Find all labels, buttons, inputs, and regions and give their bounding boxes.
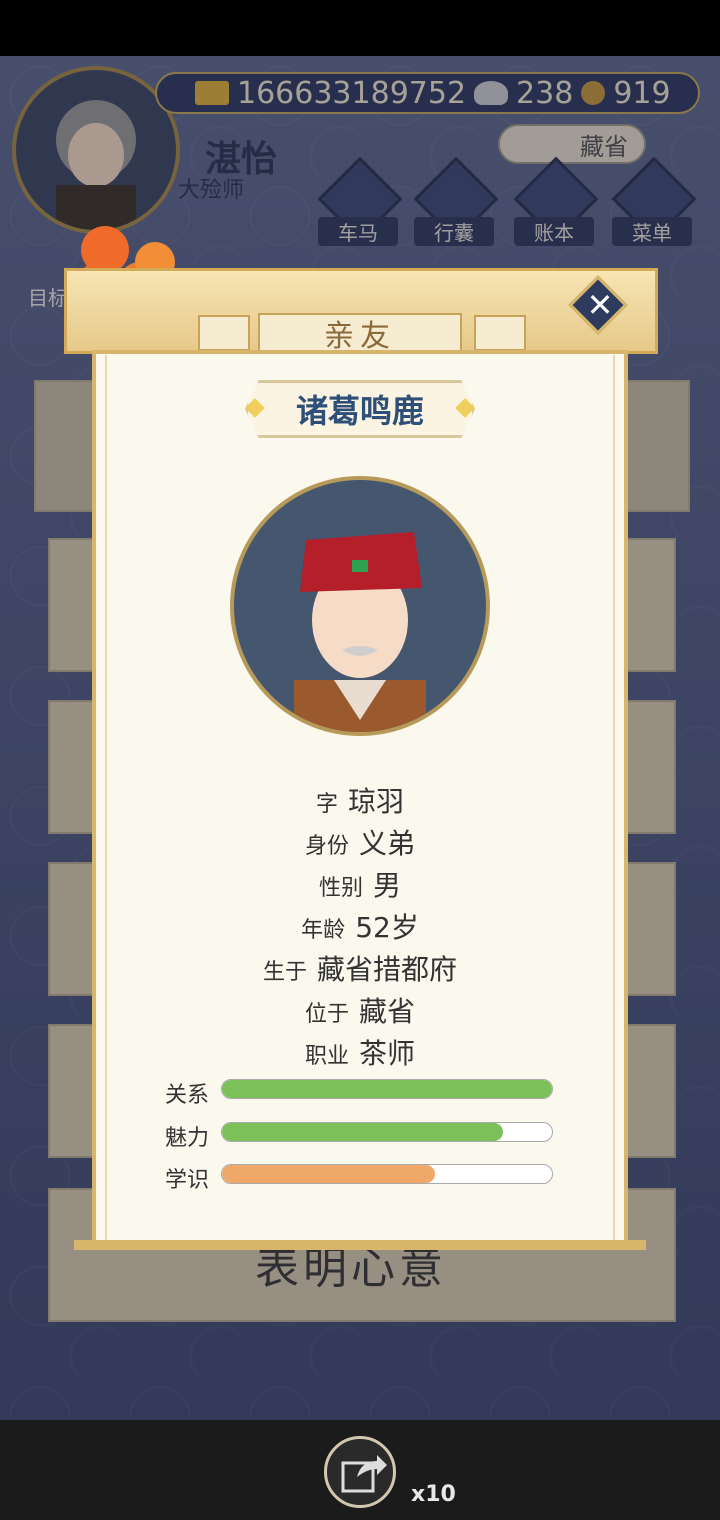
charm-bar bbox=[221, 1122, 553, 1142]
relationship-bar bbox=[221, 1079, 553, 1099]
friend-portrait bbox=[230, 476, 490, 736]
stat-label-charm: 魅力 bbox=[165, 1126, 210, 1151]
share-count: x10 bbox=[411, 1482, 456, 1507]
info-key: 生于 bbox=[262, 960, 307, 985]
bar-fill bbox=[222, 1080, 552, 1098]
info-row: 职业 茶师 bbox=[0, 1032, 720, 1072]
info-row: 性别男 bbox=[0, 864, 720, 904]
info-row: 生于 藏省措都府 bbox=[0, 948, 720, 988]
modal-title: 亲友 bbox=[258, 313, 462, 354]
info-row: 年龄 52岁 bbox=[0, 906, 720, 946]
stat-label-relationship: 关系 bbox=[165, 1083, 210, 1108]
modal-bottom-rod bbox=[74, 1240, 646, 1250]
info-value: 52岁 bbox=[355, 911, 419, 944]
modal-title-text: 亲友 bbox=[324, 319, 396, 354]
info-key: 职业 bbox=[304, 1044, 349, 1069]
close-icon[interactable]: ✕ bbox=[585, 287, 615, 323]
share-icon bbox=[341, 1455, 387, 1493]
info-value: 琼羽 bbox=[348, 785, 405, 818]
info-key: 年龄 bbox=[301, 918, 346, 943]
info-key: 字 bbox=[315, 792, 338, 817]
info-value: 茶师 bbox=[359, 1037, 416, 1070]
header-ornament bbox=[198, 315, 250, 351]
share-button[interactable] bbox=[324, 1436, 396, 1508]
info-value: 藏省措都府 bbox=[317, 953, 458, 986]
info-value: 藏省 bbox=[359, 995, 416, 1028]
info-value: 男 bbox=[373, 869, 402, 902]
header-ornament bbox=[474, 315, 526, 351]
info-value: 义弟 bbox=[359, 827, 416, 860]
info-row: 位于 藏省 bbox=[0, 990, 720, 1030]
bar-fill bbox=[222, 1123, 503, 1141]
friend-name-plate: 诸葛鸣鹿 bbox=[245, 380, 475, 438]
info-key: 性别 bbox=[318, 876, 363, 901]
info-key: 身份 bbox=[304, 834, 349, 859]
friend-name: 诸葛鸣鹿 bbox=[295, 392, 424, 430]
stat-label-knowledge: 学识 bbox=[165, 1168, 210, 1193]
bar-fill bbox=[222, 1165, 435, 1183]
knowledge-bar bbox=[221, 1164, 553, 1184]
info-row: 身份 义弟 bbox=[0, 822, 720, 862]
info-key: 位于 bbox=[304, 1002, 349, 1027]
info-row: 字琼羽 bbox=[0, 780, 720, 820]
